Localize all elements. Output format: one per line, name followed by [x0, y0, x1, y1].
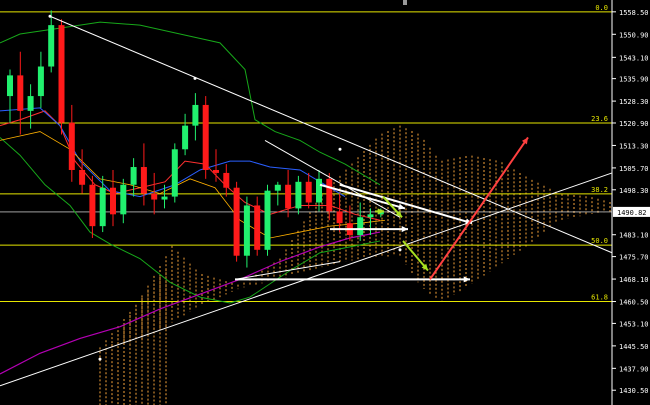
price-tick-label: 1505.70 [619, 165, 649, 173]
candle-body [7, 75, 13, 97]
candle-body [37, 66, 44, 97]
fib-level-label: 23.6 [591, 115, 608, 123]
candle-body [48, 25, 55, 67]
fib-level-label: 50.0 [591, 237, 608, 245]
candle-body [68, 122, 75, 170]
trend-anchor-point [193, 76, 197, 80]
candle-body [161, 196, 168, 200]
candle-body [140, 167, 147, 194]
candle-body [182, 125, 189, 150]
candle-body [213, 169, 219, 173]
candle-body [58, 25, 65, 123]
price-tick-label: 1550.90 [619, 31, 649, 39]
candle-body [192, 104, 199, 126]
candle [58, 19, 65, 135]
candle-body [202, 104, 209, 170]
candle-body [233, 187, 240, 256]
price-tick-label: 1498.30 [619, 187, 649, 195]
candle [254, 196, 261, 256]
price-tick-label: 1528.30 [619, 98, 649, 106]
candle-body [110, 187, 116, 215]
price-tick-label: 1445.50 [619, 343, 649, 351]
candle-body [254, 205, 261, 250]
price-tick-label: 1430.50 [619, 387, 649, 395]
candle [171, 143, 178, 203]
candle-body [264, 190, 271, 250]
price-tick-label: 1453.10 [619, 320, 649, 328]
trend-anchor-point [48, 14, 52, 18]
candle-body [89, 184, 96, 227]
candle-body [285, 184, 292, 209]
candle-body [223, 172, 230, 188]
candle [233, 181, 240, 262]
candle-body [17, 75, 24, 111]
chart-background [0, 0, 650, 405]
candle-body [357, 217, 364, 236]
candle-body [305, 181, 312, 203]
price-tick-label: 1513.30 [619, 142, 649, 150]
candle-body [367, 214, 374, 218]
candle-body [99, 187, 106, 227]
price-tick-label: 1558.50 [619, 9, 649, 17]
candle-body [151, 193, 158, 200]
fib-level-label: 38.2 [591, 186, 608, 194]
price-tick-label: 1535.90 [619, 76, 649, 84]
price-tick-label: 1460.50 [619, 299, 649, 307]
current-price-label: 1490.82 [617, 209, 647, 217]
candle-body [274, 184, 281, 191]
candle-body [243, 205, 250, 256]
candle-body [171, 149, 178, 197]
price-tick-label: 1468.10 [619, 276, 649, 284]
candle-body [336, 211, 343, 224]
price-tick-label: 1483.10 [619, 232, 649, 240]
price-tick-label: 1475.70 [619, 254, 649, 262]
candle-body [130, 167, 137, 185]
candle-body [120, 184, 127, 215]
candle-body [326, 178, 333, 212]
candle-body [316, 178, 322, 203]
candle-body [295, 181, 302, 209]
price-tick-label: 1543.10 [619, 54, 649, 62]
fib-level-label: 61.8 [591, 294, 608, 302]
candle [202, 96, 209, 179]
trend-anchor-point [338, 147, 342, 151]
candle-body [79, 169, 86, 185]
price-tick-label: 1437.90 [619, 365, 649, 373]
fib-level-label: 0.0 [595, 4, 608, 12]
trend-anchor-point [98, 357, 102, 361]
price-tick-label: 1520.90 [619, 120, 649, 128]
top-scroll-marker [403, 0, 407, 5]
candle [264, 184, 271, 256]
price-chart: 0.0 23.6 38.2 50.0 61.8 1558.50 1550.90 1543.1… [0, 0, 650, 405]
candle-body [27, 96, 34, 111]
trend-anchor-point [398, 248, 402, 252]
